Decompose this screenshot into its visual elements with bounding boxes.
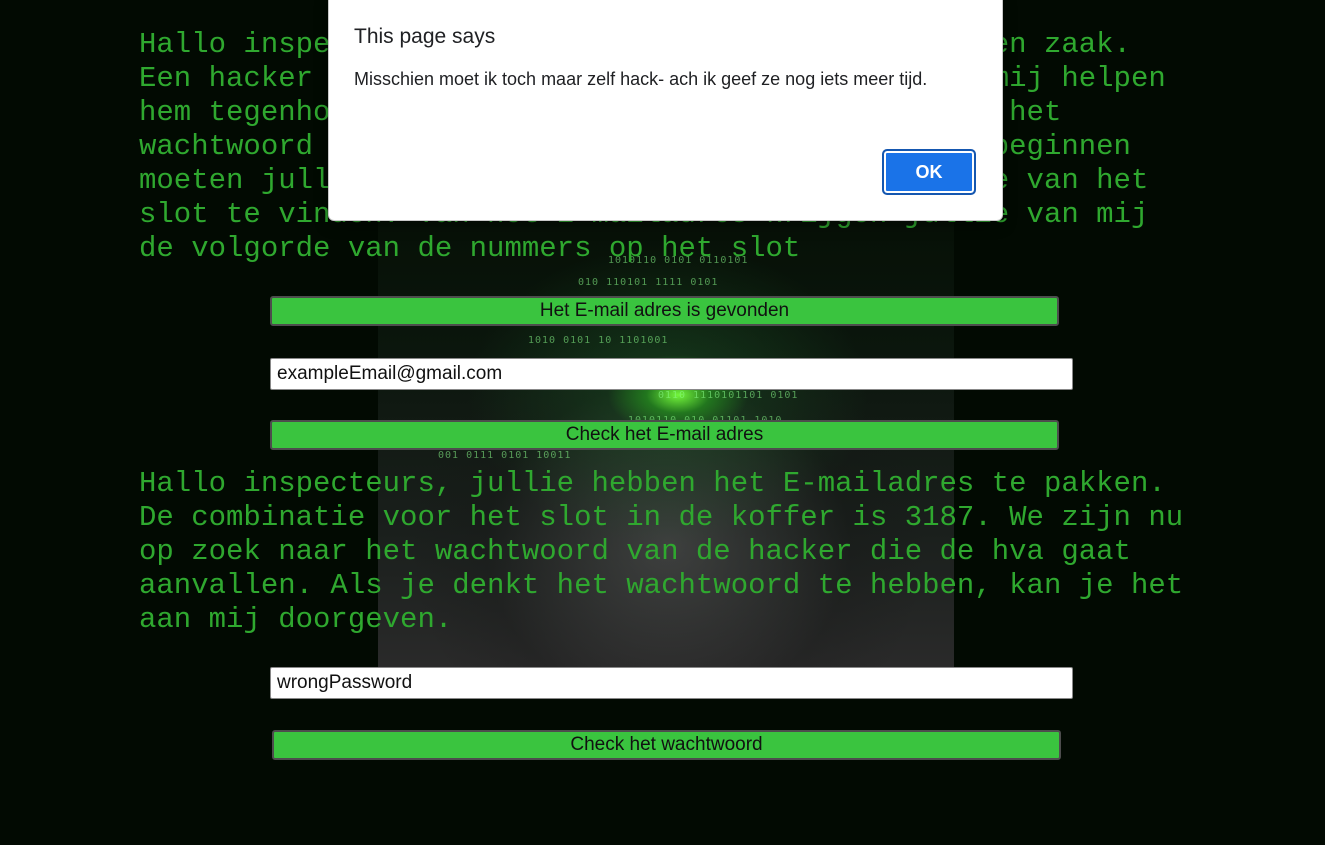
dialog-message: Misschien moet ik toch maar zelf hack- a… bbox=[354, 69, 928, 89]
binary-code-line: 001 0111 0101 10011 bbox=[438, 450, 572, 461]
check-email-button[interactable]: Check het E-mail adres bbox=[270, 420, 1059, 450]
ok-button[interactable]: OK bbox=[882, 149, 976, 195]
dialog-title: This page says bbox=[354, 25, 496, 48]
binary-code-line: 0110 1110101101 0101 bbox=[658, 390, 799, 401]
alert-dialog: This page says Misschien moet ik toch ma… bbox=[328, 0, 1003, 221]
followup-story-text: Hallo inspecteurs, jullie hebben het E-m… bbox=[139, 467, 1184, 636]
binary-code-line: 1010 0101 10 1101001 bbox=[528, 335, 669, 346]
email-found-button[interactable]: Het E-mail adres is gevonden bbox=[270, 296, 1059, 326]
binary-code-line: 010 110101 1111 0101 bbox=[578, 277, 719, 288]
password-input[interactable] bbox=[270, 667, 1073, 699]
check-password-button[interactable]: Check het wachtwoord bbox=[272, 730, 1061, 760]
email-input[interactable] bbox=[270, 358, 1073, 390]
